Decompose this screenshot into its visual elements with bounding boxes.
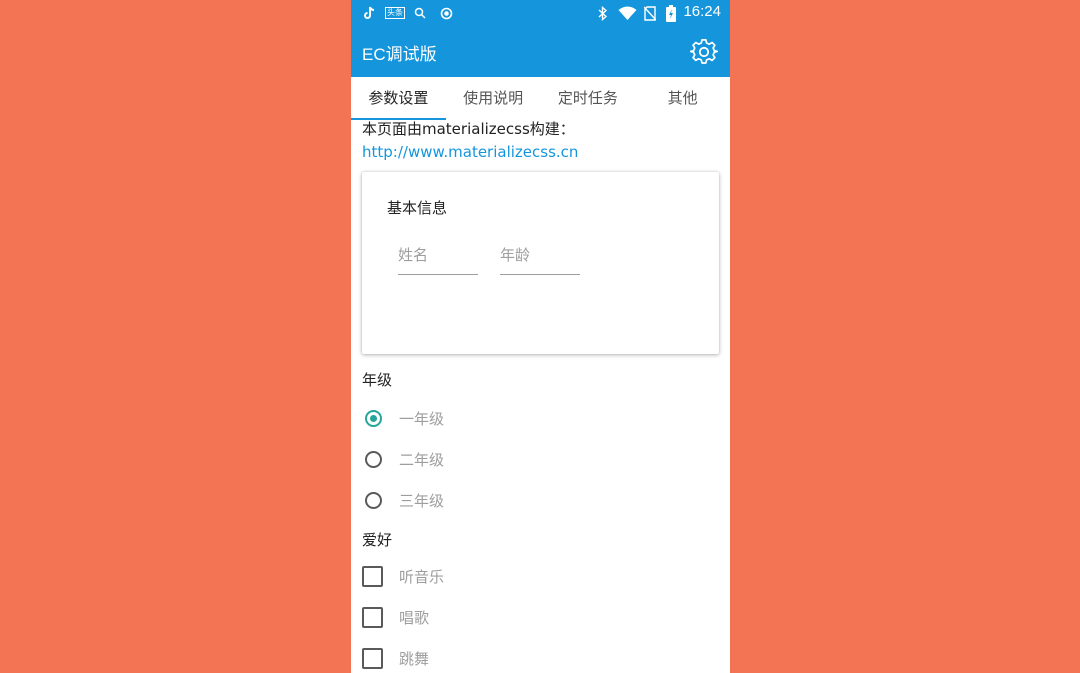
no-sim-icon (643, 4, 657, 22)
radio-checked-icon[interactable] (365, 409, 382, 427)
card-title: 基本信息 (387, 199, 448, 217)
phone-screen: 头条 16:24 EC调试版 参数设置 使用说明 定时任务 其他 本页面由mat… (351, 0, 730, 673)
wifi-icon (617, 4, 637, 22)
gear-icon[interactable] (689, 38, 719, 66)
hobby-option-dance[interactable]: 跳舞 (362, 647, 429, 669)
age-input[interactable] (500, 242, 580, 275)
basic-info-card: 基本信息 (362, 172, 719, 354)
radio-unchecked-icon[interactable] (365, 450, 382, 468)
grade-option-3[interactable]: 三年级 (365, 489, 444, 511)
tab-other[interactable]: 其他 (635, 77, 730, 120)
tab-params[interactable]: 参数设置 (351, 77, 446, 120)
hobby-option-music[interactable]: 听音乐 (362, 565, 444, 587)
hobby-option-label: 跳舞 (399, 649, 430, 668)
status-time: 16:24 (683, 3, 721, 20)
materializecss-link[interactable]: http://www.materializecss.cn (362, 143, 578, 161)
search-icon (413, 4, 427, 22)
tiktok-icon (362, 4, 376, 22)
radio-unchecked-icon[interactable] (365, 491, 382, 509)
tab-instructions[interactable]: 使用说明 (446, 77, 541, 120)
battery-charging-icon (665, 4, 677, 22)
grade-option-1[interactable]: 一年级 (365, 407, 444, 429)
settings-button[interactable] (689, 38, 719, 66)
checkbox-icon[interactable] (362, 606, 383, 628)
tab-scheduled-tasks[interactable]: 定时任务 (541, 77, 636, 120)
app-title: EC调试版 (362, 45, 437, 64)
checkbox-icon[interactable] (362, 647, 383, 669)
hobby-option-label: 听音乐 (399, 567, 445, 586)
news-app-icon: 头条 (385, 4, 405, 22)
hobby-option-sing[interactable]: 唱歌 (362, 606, 429, 628)
checkbox-icon[interactable] (362, 565, 383, 587)
bluetooth-icon (596, 4, 610, 22)
grade-label: 年级 (362, 371, 393, 389)
name-field-wrapper (398, 242, 478, 280)
age-field-wrapper (500, 242, 580, 280)
status-bar: 头条 16:24 (351, 0, 730, 26)
news-app-label: 头条 (385, 7, 405, 19)
hobby-label: 爱好 (362, 531, 393, 549)
grade-option-label: 三年级 (399, 491, 445, 510)
grade-option-label: 二年级 (399, 450, 445, 469)
record-icon (439, 4, 453, 22)
hobby-option-label: 唱歌 (399, 608, 430, 627)
grade-option-label: 一年级 (399, 409, 445, 428)
grade-option-2[interactable]: 二年级 (365, 448, 444, 470)
app-bar: EC调试版 (351, 26, 730, 77)
tab-bar: 参数设置 使用说明 定时任务 其他 (351, 77, 730, 120)
intro-text: 本页面由materializecss构建： (362, 120, 575, 138)
name-input[interactable] (398, 242, 478, 275)
